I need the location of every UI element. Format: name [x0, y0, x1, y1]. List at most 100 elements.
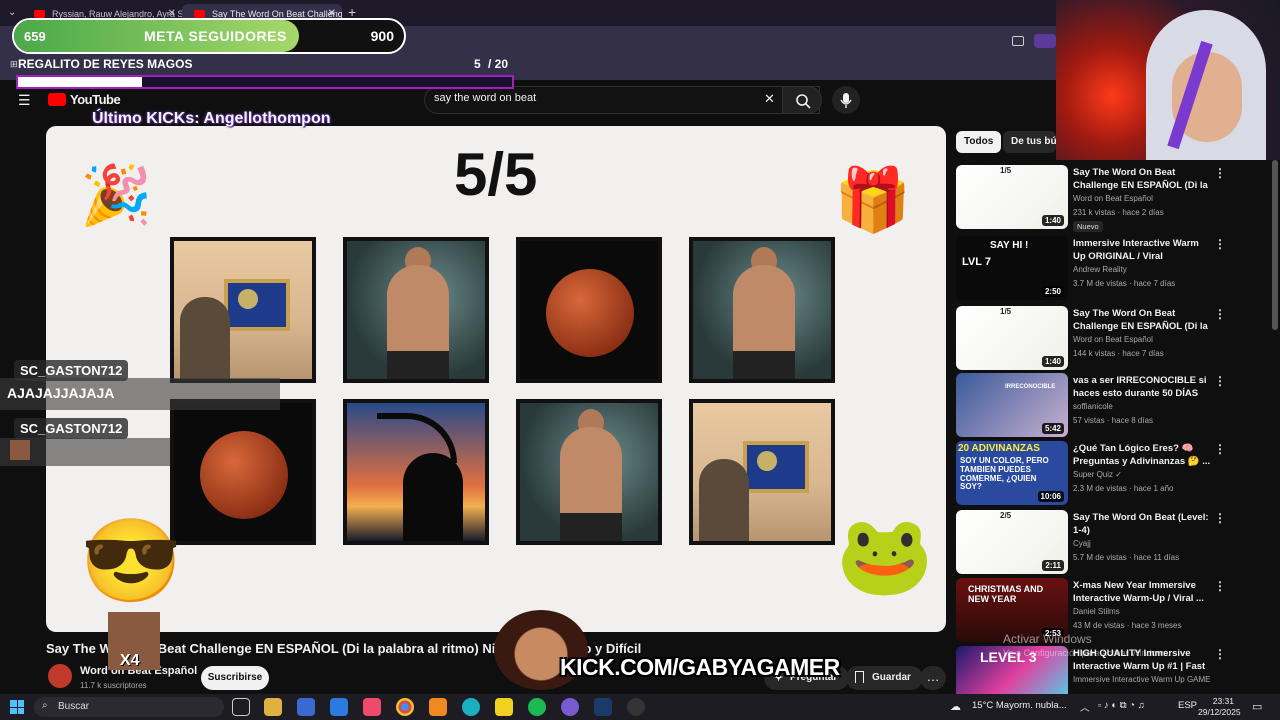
file-explorer-icon[interactable] [264, 698, 282, 716]
spotify-icon[interactable] [528, 698, 546, 716]
related-video-channel[interactable]: Immersive Interactive Warm Up GAME [1073, 675, 1211, 684]
thumb-text-level: LVL 7 [962, 256, 991, 268]
channel-subscribers: 11.7 k suscriptores [80, 681, 147, 690]
related-video-title[interactable]: X-mas New Year Immersive Interactive War… [1073, 579, 1211, 605]
search-button[interactable] [782, 86, 822, 114]
tray-chevron-icon[interactable]: ︿ [1080, 700, 1090, 714]
search-icon [796, 94, 811, 109]
steam-icon[interactable] [594, 698, 612, 716]
save-button[interactable]: Guardar [846, 666, 923, 690]
gift-box-icon: 🎁 [834, 166, 912, 235]
related-more-menu-icon[interactable]: ⋮ [1214, 442, 1226, 456]
related-video-title[interactable]: vas a ser IRRECONOCIBLE si haces esto du… [1073, 374, 1211, 400]
related-more-menu-icon[interactable]: ⋮ [1214, 307, 1226, 321]
related-more-menu-icon[interactable]: ⋮ [1214, 647, 1226, 661]
music-icon[interactable] [363, 698, 381, 716]
related-video-channel[interactable]: Word on Beat Español [1073, 335, 1153, 344]
related-video-thumbnail[interactable]: 1:40 [956, 306, 1068, 370]
related-more-menu-icon[interactable]: ⋮ [1214, 237, 1226, 251]
related-more-menu-icon[interactable]: ⋮ [1214, 166, 1226, 180]
video-card-gym [343, 237, 489, 383]
sunglasses-emoji-icon: 😎 [80, 516, 183, 607]
sticky-notes-icon[interactable] [495, 698, 513, 716]
taskbar-clock[interactable]: 23:31 29/12/2025 [1198, 696, 1241, 718]
related-video-title[interactable]: Say The Word On Beat Challenge EN ESPAÑO… [1073, 166, 1211, 192]
related-video-channel[interactable]: Cyajj [1073, 539, 1091, 548]
tray-icons[interactable]: ▫ ♪ ◐ ⧉ ◔ ♫ [1098, 700, 1145, 711]
related-more-menu-icon[interactable]: ⋮ [1214, 579, 1226, 593]
chip-from-searches[interactable]: De tus bús [1003, 131, 1056, 153]
related-more-menu-icon[interactable]: ⋮ [1214, 511, 1226, 525]
related-video-thumbnail[interactable]: 5:42 [956, 373, 1068, 437]
related-video-thumbnail[interactable]: 2:11 [956, 510, 1068, 574]
youtube-logo-icon[interactable] [48, 93, 66, 106]
chip-all[interactable]: Todos [956, 131, 1002, 153]
obs-icon[interactable] [627, 698, 645, 716]
thumb-text-riddles: 20 ADIVINANZAS [958, 443, 1040, 454]
gift-goal-title: REGALITO DE REYES MAGOS [18, 57, 193, 71]
gift-goal-bar: ⊞ REGALITO DE REYES MAGOS 5 / 20 [10, 57, 516, 93]
vlc-icon[interactable] [429, 698, 447, 716]
gift-grid-icon: ⊞ [10, 59, 18, 69]
related-more-menu-icon[interactable]: ⋮ [1214, 374, 1226, 388]
related-video-meta: 144 k vistas · hace 7 días [1073, 349, 1164, 358]
discord-icon[interactable] [561, 698, 579, 716]
hamburger-menu-icon[interactable]: ☰ [18, 92, 31, 109]
gift-goal-track [16, 75, 514, 89]
related-video-meta: 2.3 M de vistas · hace 1 año [1073, 484, 1174, 493]
video-card-painting [689, 399, 835, 545]
subscribe-button[interactable]: Suscribirse [201, 666, 269, 690]
profile-icon[interactable] [1034, 34, 1056, 48]
keyboard-language[interactable]: ESP [1178, 700, 1197, 711]
cast-icon[interactable] [1012, 36, 1024, 46]
related-video-thumbnail[interactable]: 1:40 [956, 165, 1068, 229]
chat-username: SC_GASTON712 [14, 418, 129, 439]
youtube-logo-text[interactable]: YouTube [70, 92, 121, 107]
new-badge: Nuevo [1073, 221, 1103, 232]
video-duration: 2:11 [1042, 560, 1064, 571]
related-video-meta: 5.7 M de vistas · hace 11 días [1073, 553, 1180, 562]
related-video-title[interactable]: Say The Word On Beat (Level: 1-4) [1073, 511, 1211, 537]
chrome-icon[interactable] [396, 698, 414, 716]
tab-list-chevron-icon[interactable]: ⌄ [8, 7, 16, 18]
thumb-text-counter: 2/5 [1000, 511, 1012, 520]
related-video-title[interactable]: Immersive Interactive Warm Up ORIGINAL /… [1073, 237, 1211, 263]
gift-goal-count: 5 [474, 57, 481, 71]
weather-text[interactable]: 15°C Mayorm. nubla... [972, 700, 1067, 711]
related-video-channel[interactable]: Daniel Stilms [1073, 607, 1120, 616]
video-score-text: 5/5 [454, 141, 538, 208]
related-video-meta: 3.7 M de vistas · hace 7 días [1073, 279, 1176, 288]
related-video-channel[interactable]: Super Quiz ✓ [1073, 470, 1122, 479]
taskbar-search-icon: ⌕ [42, 700, 48, 711]
related-video-meta: 231 k vistas · hace 2 días [1073, 208, 1164, 217]
related-video-title[interactable]: ¿Qué Tan Lógico Eres? 🧠 Preguntas y Adiv… [1073, 442, 1211, 468]
related-video-channel[interactable]: Word on Beat Español [1073, 194, 1153, 203]
related-video-meta: 57 vistas · hace 8 días [1073, 416, 1154, 425]
store-icon[interactable] [297, 698, 315, 716]
youtube-favicon-icon [194, 10, 205, 18]
notifications-icon[interactable]: ▭ [1252, 700, 1262, 713]
related-video-channel[interactable]: soffianicole [1073, 402, 1113, 411]
gift-goal-total: / 20 [488, 57, 509, 71]
task-view-icon[interactable] [232, 698, 250, 716]
webcam-overlay [1056, 0, 1280, 160]
clear-search-icon[interactable]: ✕ [764, 91, 775, 107]
sidebar-scrollbar[interactable] [1272, 160, 1278, 330]
mail-icon[interactable] [330, 698, 348, 716]
video-card-painting [170, 237, 316, 383]
youtube-favicon-icon [34, 10, 45, 18]
related-video-title[interactable]: Say The Word On Beat Challenge EN ESPAÑO… [1073, 307, 1211, 333]
voice-search-button[interactable] [832, 86, 860, 114]
more-actions-button[interactable]: … [920, 666, 946, 690]
weather-icon: ☁ [950, 701, 961, 713]
windows-start-icon[interactable] [10, 700, 24, 714]
frog-singer-icon: 🐸 [836, 511, 934, 599]
save-button-label: Guardar [872, 672, 911, 683]
channel-avatar[interactable] [48, 664, 72, 688]
taskbar-time: 23:31 [1212, 696, 1234, 706]
related-video-channel[interactable]: Andrew Reality [1073, 265, 1127, 274]
edge-icon[interactable] [462, 698, 480, 716]
thumb-text-title: IRRECONOCIBLE [1005, 384, 1056, 390]
thumb-text-counter: 1/5 [1000, 307, 1012, 316]
chat-emote-icon [10, 440, 30, 460]
